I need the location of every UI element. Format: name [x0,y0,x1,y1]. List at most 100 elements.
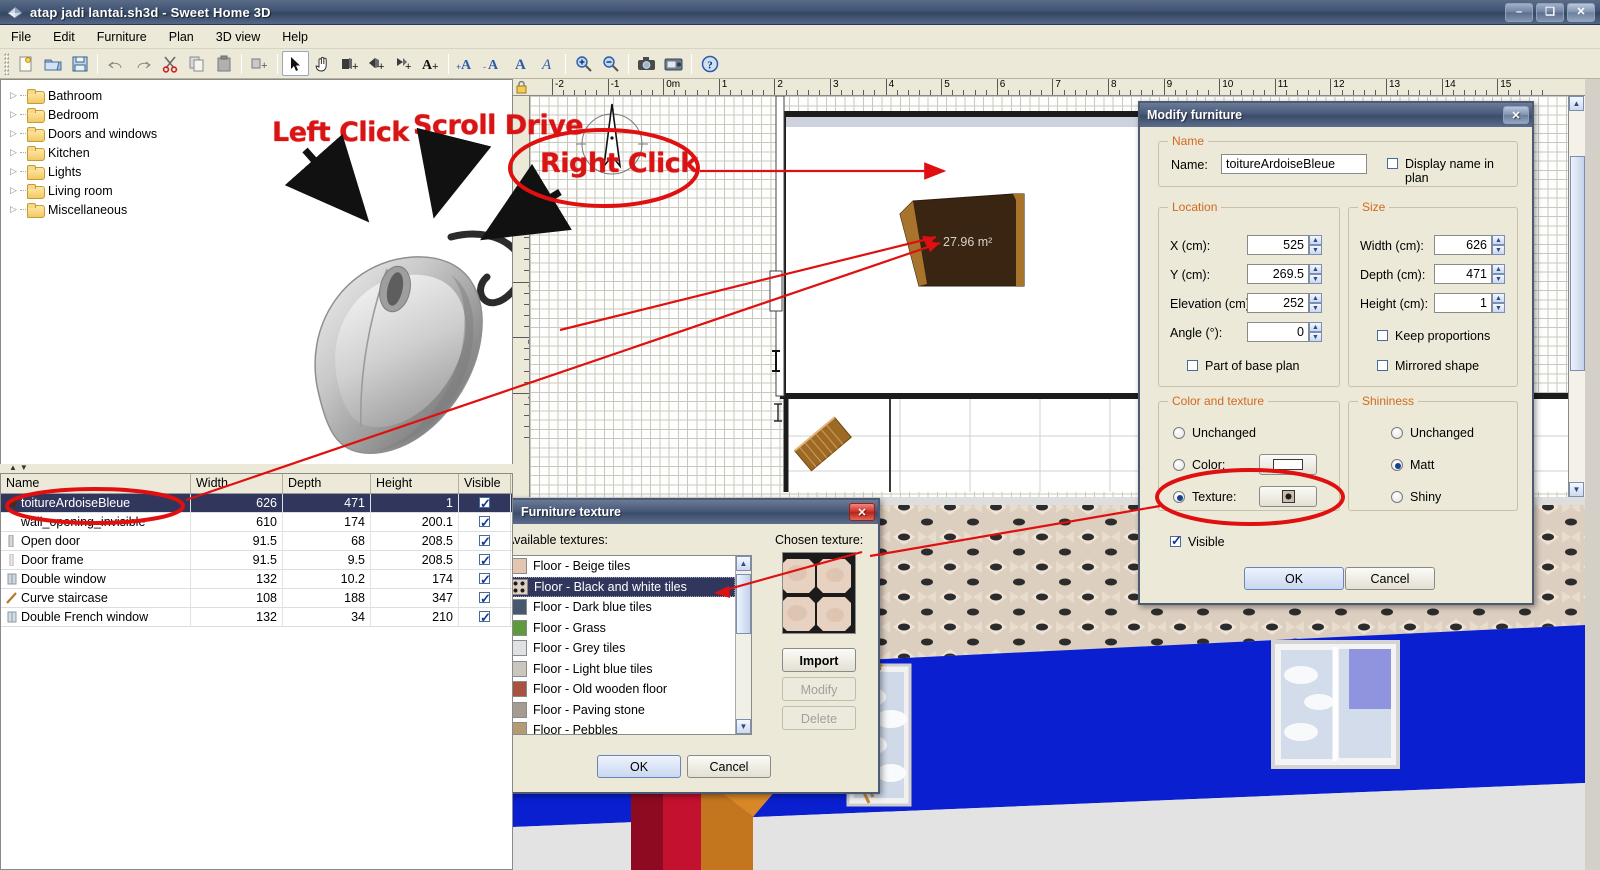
toolbar-grip[interactable] [4,52,9,75]
elevation-spinner[interactable]: ▲ ▼ [1309,293,1322,313]
expander-icon[interactable]: ▷ [7,185,20,196]
column-header-height[interactable]: Height [371,474,459,493]
create-dimensions-icon[interactable]: + [390,51,417,76]
texture-list-item[interactable]: Floor - Beige tiles [507,556,735,577]
shininess-unchanged-radio[interactable] [1391,427,1403,439]
cancel-button[interactable]: Cancel [687,755,771,778]
create-rooms-icon[interactable]: + [363,51,390,76]
table-row[interactable]: Double window 132 10.2 174 [1,569,512,589]
keep-proportions-checkbox[interactable] [1377,330,1388,341]
color-radio[interactable] [1173,459,1185,471]
pan-hand-icon[interactable] [309,51,336,76]
help-icon[interactable]: ? [696,51,723,76]
zoom-out-icon[interactable] [597,51,624,76]
furniture-visible-checkbox[interactable] [459,550,511,570]
catalog-category-miscellaneous[interactable]: ▷ Miscellaneous [7,200,512,219]
texture-list[interactable]: Floor - Beige tiles Floor - Black and whi… [506,555,752,735]
furniture-texture-dialog[interactable]: Furniture texture ✕ Available textures: … [490,498,880,794]
undo-icon[interactable] [102,51,129,76]
width-input[interactable] [1434,235,1492,255]
shininess-matt-radio[interactable] [1391,459,1403,471]
catalog-category-living-room[interactable]: ▷ Living room [7,181,512,200]
texture-list-item[interactable]: Floor - Pebbles [507,720,735,734]
menu-file[interactable]: File [0,27,42,47]
scroll-up-arrow-icon[interactable]: ▲ [736,556,751,571]
visible-checkbox[interactable] [1170,533,1182,549]
texture-list-item[interactable]: Floor - Paving stone [507,700,735,721]
furniture-visible-checkbox[interactable] [459,569,511,589]
texture-list-item[interactable]: Floor - Old wooden floor [507,679,735,700]
scrollbar-thumb[interactable] [736,574,751,634]
expander-icon[interactable]: ▷ [7,128,20,139]
texture-chooser-button[interactable] [1259,486,1317,507]
furniture-visible-checkbox[interactable] [459,607,511,627]
display-name-checkbox[interactable] [1387,158,1398,169]
table-row[interactable]: Double French window 132 34 210 [1,607,512,627]
expander-icon[interactable]: ▷ [7,204,20,215]
texture-list-scrollbar[interactable]: ▲ ▼ [735,556,751,734]
plan-vertical-scrollbar[interactable]: ▲ ▼ [1568,96,1585,497]
color-swatch-button[interactable] [1259,454,1317,475]
expander-icon[interactable]: ▷ [7,109,20,120]
color-unchanged-radio[interactable] [1173,427,1185,439]
add-text-icon[interactable]: A + [417,51,444,76]
cancel-button[interactable]: Cancel [1345,567,1435,590]
column-header-width[interactable]: Width [191,474,283,493]
catalog-category-lights[interactable]: ▷ Lights [7,162,512,181]
table-row[interactable]: toitureArdoiseBleue 626 471 1 [1,493,512,513]
expander-icon[interactable]: ▷ [7,166,20,177]
table-row[interactable]: Open door 91.5 68 208.5 [1,531,512,551]
height-input[interactable] [1434,293,1492,313]
open-icon[interactable] [39,51,66,76]
dialog-close-button[interactable]: ✕ [1503,106,1529,124]
elevation-input[interactable] [1247,293,1309,313]
menu-plan[interactable]: Plan [158,27,205,47]
minimize-button[interactable]: – [1505,3,1533,22]
modify-furniture-dialog[interactable]: Modify furniture ✕ Name Name: Display na… [1138,101,1534,605]
catalog-category-kitchen[interactable]: ▷ Kitchen [7,143,512,162]
scroll-down-arrow-icon[interactable]: ▼ [1569,482,1584,497]
table-row[interactable]: wall_opening_invisible 610 174 200.1 [1,512,512,532]
create-walls-icon[interactable]: + [336,51,363,76]
texture-list-item[interactable]: Floor - Black and white tiles [507,576,735,597]
furniture-visible-checkbox[interactable] [459,493,511,513]
decrease-text-size-icon[interactable]: A- [480,51,507,76]
photo-create-icon[interactable] [633,51,660,76]
scroll-up-arrow-icon[interactable]: ▲ [1569,96,1584,111]
y-spinner[interactable]: ▲ ▼ [1309,264,1322,284]
name-input[interactable] [1221,154,1367,174]
y-input[interactable] [1247,264,1309,284]
scrollbar-thumb[interactable] [1570,156,1585,371]
angle-spinner[interactable]: ▲ ▼ [1309,322,1322,342]
zoom-in-icon[interactable] [570,51,597,76]
angle-input[interactable] [1247,322,1309,342]
x-input[interactable] [1247,235,1309,255]
column-header-visible[interactable]: Visible [459,474,511,493]
italic-icon[interactable]: A [534,51,561,76]
close-button[interactable]: ✕ [1567,3,1595,22]
dialog-close-button[interactable]: ✕ [849,503,875,521]
texture-radio[interactable] [1173,491,1185,503]
texture-list-item[interactable]: Floor - Dark blue tiles [507,597,735,618]
menu-furniture[interactable]: Furniture [86,27,158,47]
depth-spinner[interactable]: ▲ ▼ [1492,264,1505,284]
texture-list-item[interactable]: Floor - Light blue tiles [507,659,735,680]
catalog-category-bathroom[interactable]: ▷ Bathroom [7,86,512,105]
column-header-depth[interactable]: Depth [283,474,371,493]
expander-icon[interactable]: ▷ [7,147,20,158]
maximize-button[interactable]: ❑ [1536,3,1564,22]
menu-help[interactable]: Help [271,27,319,47]
ok-button[interactable]: OK [1244,567,1344,590]
furniture-visible-checkbox[interactable] [459,531,511,551]
bold-icon[interactable]: A [507,51,534,76]
mirrored-shape-checkbox[interactable] [1377,360,1388,371]
new-home-icon[interactable] [12,51,39,76]
texture-list-item[interactable]: Floor - Grass [507,618,735,639]
ok-button[interactable]: OK [597,755,681,778]
table-row[interactable]: Door frame 91.5 9.5 208.5 [1,550,512,570]
panel-splitter[interactable]: ▲▼ [0,464,513,473]
scroll-down-arrow-icon[interactable]: ▼ [736,719,751,734]
cut-icon[interactable] [156,51,183,76]
furniture-visible-checkbox[interactable] [459,588,511,608]
expander-icon[interactable]: ▷ [7,90,20,101]
